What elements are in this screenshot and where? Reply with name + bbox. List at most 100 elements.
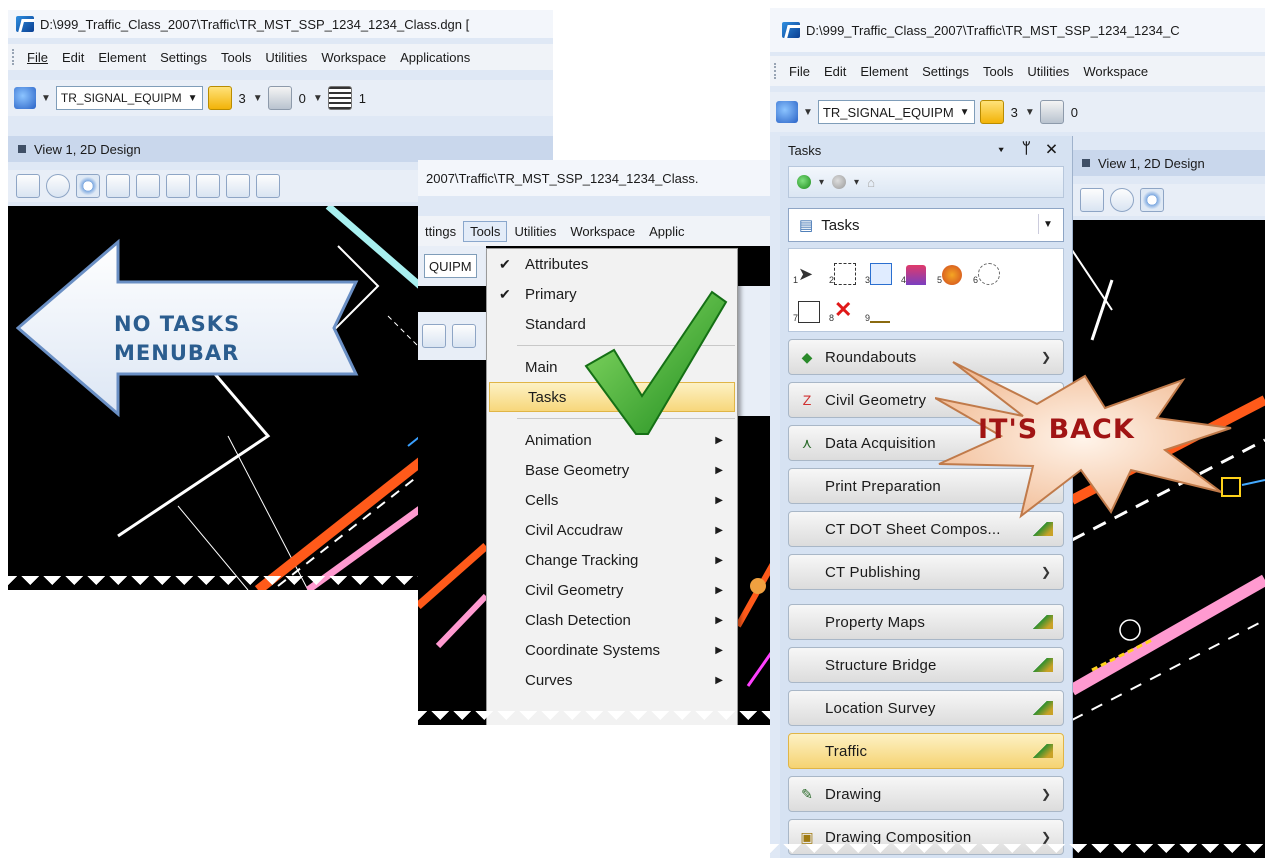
color-icon[interactable]	[207, 86, 232, 110]
menu-item-civil-accudraw[interactable]: Civil Accudraw ▶	[487, 515, 737, 545]
back-icon[interactable]	[797, 175, 811, 189]
copy-tool[interactable]: 3	[865, 259, 895, 285]
view-menu-icon[interactable]	[18, 145, 26, 153]
left-attributes-toolbar: ▼ TR_SIGNAL_EQUIPM ▼ 3 ▼ 0 ▼ 1	[8, 80, 553, 116]
toolbar-grip-icon[interactable]	[12, 49, 18, 65]
menu-workspace[interactable]: Workspace	[314, 50, 393, 65]
task-traffic[interactable]: Traffic	[788, 733, 1064, 769]
menu-tools-open[interactable]: Tools	[463, 220, 508, 242]
fit-view-icon[interactable]	[226, 174, 250, 198]
measure-tool[interactable]: 9	[865, 297, 895, 323]
menu-file[interactable]: File	[20, 50, 55, 65]
menu-applications[interactable]: Applic	[642, 224, 691, 239]
delete-element-tool[interactable]: 8 ✕	[829, 297, 859, 323]
microstation-app-icon	[782, 22, 800, 38]
delete-tool[interactable]: 7	[793, 297, 823, 323]
right-view-title-bar: View 1, 2D Design	[1072, 150, 1265, 176]
lightbulb-icon	[978, 263, 1001, 285]
chevron-down-icon[interactable]: ▼	[1025, 107, 1035, 118]
menu-settings[interactable]: Settings	[915, 64, 976, 79]
menu-settings[interactable]: Settings	[153, 50, 214, 65]
task-drawing[interactable]: ✎ Drawing ❯	[788, 776, 1064, 812]
line-style-icon[interactable]	[267, 86, 292, 110]
menu-item-attributes[interactable]: ✔ Attributes	[487, 249, 737, 279]
left-view-title-bar: View 1, 2D Design	[8, 136, 553, 162]
menu-workspace[interactable]: Workspace	[563, 224, 642, 239]
menu-utilities[interactable]: Utilities	[258, 50, 314, 65]
task-location-survey[interactable]: Location Survey	[788, 690, 1064, 726]
line-weight-icon[interactable]	[327, 86, 352, 110]
tasks-combo[interactable]: ▤ Tasks ▼	[788, 208, 1064, 242]
active-level-icon[interactable]	[776, 101, 798, 123]
menu-item-base-geometry[interactable]: Base Geometry ▶	[487, 455, 737, 485]
menu-element[interactable]: Element	[853, 64, 915, 79]
menu-item-civil-geometry[interactable]: Civil Geometry ▶	[487, 575, 737, 605]
menu-item-change-tracking[interactable]: Change Tracking ▶	[487, 545, 737, 575]
display-style-icon[interactable]	[1110, 188, 1134, 212]
main-tools-grid: 1 ➤ 2 3 4 5 6 7 8 ✕ 9	[788, 248, 1064, 332]
active-level-icon[interactable]	[14, 87, 36, 109]
lighting-icon[interactable]	[76, 174, 100, 198]
task-ct-publishing[interactable]: CT Publishing ❯	[788, 554, 1064, 590]
menu-workspace[interactable]: Workspace	[1076, 64, 1155, 79]
torn-edge	[770, 844, 1265, 858]
line-style-icon[interactable]	[1039, 100, 1064, 124]
chevron-down-icon[interactable]: ▾	[854, 177, 859, 188]
view-menu-icon[interactable]	[1082, 159, 1090, 167]
menu-item-cells[interactable]: Cells ▶	[487, 485, 737, 515]
window-area-icon[interactable]	[196, 174, 220, 198]
chevron-down-icon[interactable]: ▾	[819, 177, 824, 188]
query-tool[interactable]: 6	[973, 259, 1003, 285]
torn-edge	[418, 711, 783, 725]
element-selection-tool[interactable]: 1 ➤	[793, 259, 823, 285]
menu-applications[interactable]: Applications	[393, 50, 477, 65]
menu-tools[interactable]: Tools	[976, 64, 1020, 79]
menu-tools[interactable]: Tools	[214, 50, 258, 65]
chevron-down-icon[interactable]: ▼	[41, 93, 51, 104]
color-icon[interactable]	[979, 100, 1004, 124]
fence-tool[interactable]: 2	[829, 259, 859, 285]
paint-tool[interactable]: 5	[937, 259, 967, 285]
middle-menu-bar: ttings Tools Utilities Workspace Applic	[418, 216, 783, 246]
view-attributes-icon[interactable]	[16, 174, 40, 198]
change-attributes-tool[interactable]: 4	[901, 259, 931, 285]
tasks-pane-header: Tasks ▾ ᛘ ✕	[788, 140, 1062, 158]
menu-item-clash-detection[interactable]: Clash Detection ▶	[487, 605, 737, 635]
chevron-down-icon[interactable]: ▼	[313, 93, 323, 104]
pane-controls[interactable]: ▾ ᛘ ✕	[997, 140, 1062, 157]
lighting-icon[interactable]	[1140, 188, 1164, 212]
forward-icon[interactable]	[832, 175, 847, 189]
chevron-down-icon[interactable]: ▼	[253, 93, 263, 104]
left-menu-bar: File Edit Element Settings Tools Utiliti…	[8, 44, 553, 70]
level-combo[interactable]: TR_SIGNAL_EQUIPM ▼	[817, 100, 975, 124]
level-combo[interactable]: TR_SIGNAL_EQUIPM ▼	[55, 86, 203, 110]
menu-file[interactable]: File	[782, 64, 817, 79]
rotate-view-icon[interactable]	[256, 174, 280, 198]
menu-utilities[interactable]: Utilities	[507, 224, 563, 239]
menu-item-curves[interactable]: Curves ▶	[487, 665, 737, 695]
display-style-icon[interactable]	[46, 174, 70, 198]
color-value: 3	[238, 90, 246, 106]
update-view-icon[interactable]	[106, 174, 130, 198]
zoom-in-icon[interactable]	[136, 174, 160, 198]
view-attributes-icon[interactable]	[1080, 188, 1104, 212]
menu-item-coordinate-systems[interactable]: Coordinate Systems ▶	[487, 635, 737, 665]
menu-settings[interactable]: ttings	[418, 224, 463, 239]
tasks-folder-icon: ▤	[799, 217, 814, 234]
task-structure-bridge[interactable]: Structure Bridge	[788, 647, 1064, 683]
toolbar-grip-icon[interactable]	[774, 63, 780, 79]
home-icon[interactable]: ⌂	[867, 175, 875, 190]
fence-icon	[834, 263, 857, 285]
zoom-out-icon[interactable]	[166, 174, 190, 198]
submenu-arrow-icon: ▶	[715, 584, 723, 596]
right-design-canvas[interactable]	[1069, 220, 1265, 858]
right-menu-bar: File Edit Element Settings Tools Utiliti…	[770, 56, 1265, 86]
menu-edit[interactable]: Edit	[55, 50, 91, 65]
green-check-icon	[584, 290, 728, 435]
menu-utilities[interactable]: Utilities	[1020, 64, 1076, 79]
palette-icon	[942, 265, 963, 285]
chevron-down-icon[interactable]: ▼	[803, 107, 813, 118]
menu-edit[interactable]: Edit	[817, 64, 853, 79]
menu-element[interactable]: Element	[91, 50, 153, 65]
task-property-maps[interactable]: Property Maps	[788, 604, 1064, 640]
